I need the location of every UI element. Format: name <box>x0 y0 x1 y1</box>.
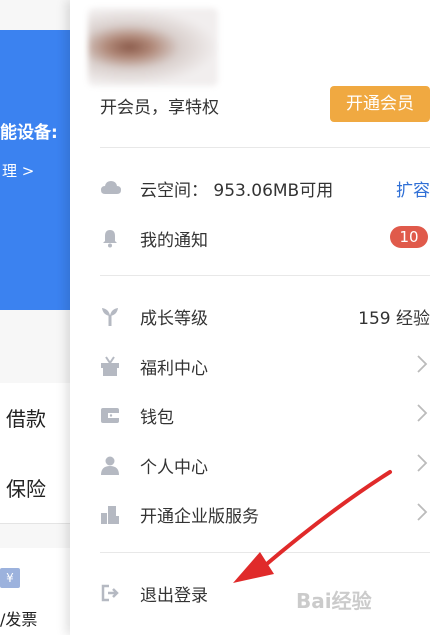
banner-manage-link[interactable]: 理 > <box>2 160 34 181</box>
background-app: 能设备: 理 > 借款 保险 ¥ /发票 <box>0 0 80 635</box>
user-icon <box>100 455 120 475</box>
cloud-icon <box>100 178 121 198</box>
growth-level-item[interactable]: 成长等级 159 经验 <box>100 296 430 336</box>
logout-label: 退出登录 <box>140 586 208 606</box>
notification-label: 我的通知 <box>140 231 208 251</box>
enterprise-service-item[interactable]: 开通企业版服务 <box>100 494 430 534</box>
yen-icon: ¥ <box>0 568 20 588</box>
user-menu-panel: 开会员，享特权 开通会员 云空间： 953.06MB可用 扩容 我的通知 10 … <box>70 0 443 635</box>
chevron-right-icon <box>416 354 428 374</box>
chevron-right-icon <box>416 502 428 522</box>
divider <box>100 275 430 276</box>
sprout-icon <box>100 306 120 326</box>
personal-center-label: 个人中心 <box>140 458 208 478</box>
wallet-label: 钱包 <box>140 408 174 428</box>
invoice-label[interactable]: /发票 <box>0 606 37 630</box>
chevron-right-icon <box>416 453 428 473</box>
growth-level-label: 成长等级 <box>140 309 208 329</box>
cloud-storage-label: 云空间： 953.06MB可用 <box>140 181 334 201</box>
notification-item[interactable]: 我的通知 10 <box>100 218 430 258</box>
loan-label: 借款 <box>6 407 46 431</box>
divider <box>100 552 430 553</box>
open-vip-button[interactable]: 开通会员 <box>330 86 430 122</box>
personal-center-item[interactable]: 个人中心 <box>100 445 430 485</box>
divider <box>100 147 430 148</box>
avatar[interactable] <box>88 8 218 86</box>
experience-value: 159 经验 <box>358 309 430 329</box>
loan-row[interactable]: 借款 <box>0 383 70 454</box>
gift-icon <box>100 356 120 376</box>
chevron-right-icon <box>416 403 428 423</box>
welfare-center-item[interactable]: 福利中心 <box>100 346 430 386</box>
building-icon <box>100 504 120 524</box>
welfare-center-label: 福利中心 <box>140 359 208 379</box>
insurance-row[interactable]: 保险 <box>0 453 70 524</box>
logout-item[interactable]: 退出登录 <box>100 573 430 613</box>
wallet-item[interactable]: 钱包 <box>100 395 430 435</box>
logout-icon <box>100 583 120 603</box>
bell-icon <box>100 228 120 248</box>
notification-count-badge: 10 <box>390 226 428 248</box>
cloud-storage-item: 云空间： 953.06MB可用 扩容 <box>100 168 430 208</box>
device-banner[interactable]: 能设备: 理 > <box>0 30 70 310</box>
expand-storage-link[interactable]: 扩容 <box>396 176 430 201</box>
insurance-label: 保险 <box>6 477 46 501</box>
watermark: Bai经验 <box>296 589 372 613</box>
banner-title: 能设备: <box>0 123 58 143</box>
enterprise-service-label: 开通企业版服务 <box>140 507 259 527</box>
vip-promo-text: 开会员，享特权 <box>100 98 219 118</box>
wallet-icon <box>100 405 120 425</box>
